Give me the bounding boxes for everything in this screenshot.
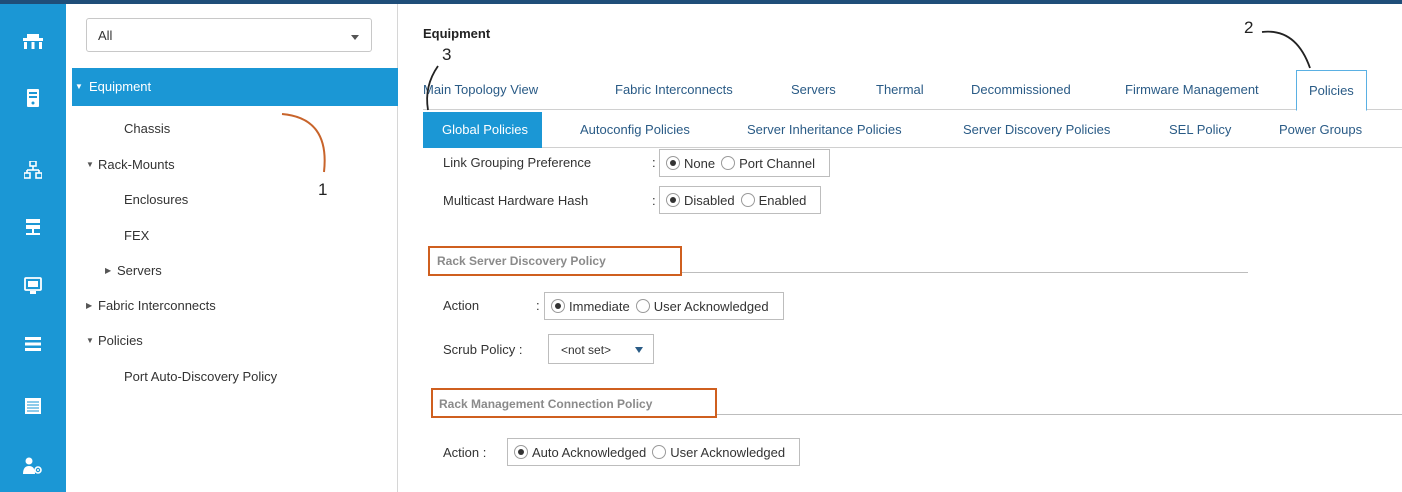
radio-none[interactable]: None: [666, 156, 715, 171]
radio-label: Immediate: [569, 298, 630, 314]
radio-unchecked-icon: [740, 193, 755, 207]
scrub-policy-value: <not set>: [561, 343, 612, 357]
servers-icon[interactable]: [0, 80, 66, 116]
colon: :: [652, 193, 656, 208]
expand-triangle-icon: ▼: [75, 82, 83, 91]
tab-main-topology-view[interactable]: Main Topology View: [423, 82, 538, 97]
nav-filter-value: All: [98, 28, 113, 43]
radio-user-acknowledged[interactable]: User Acknowledged: [652, 445, 785, 460]
radio-label: User Acknowledged: [653, 298, 769, 314]
radio-label: Disabled: [684, 192, 735, 208]
tab-fabric-interconnects[interactable]: Fabric Interconnects: [615, 82, 733, 97]
tab-policies[interactable]: Policies: [1296, 70, 1367, 111]
chevron-down-icon: [351, 35, 359, 40]
colon: :: [536, 298, 540, 313]
radio-port-channel[interactable]: Port Channel: [721, 156, 815, 171]
vm-icon[interactable]: [0, 268, 66, 304]
tree-item-label: Policies: [98, 333, 143, 348]
tab-firmware-management[interactable]: Firmware Management: [1125, 82, 1259, 97]
tab-decommissioned[interactable]: Decommissioned: [971, 82, 1071, 97]
scrub-policy-select[interactable]: <not set>: [548, 334, 654, 364]
radio-label: Port Channel: [739, 155, 815, 171]
radio-label: User Acknowledged: [670, 444, 786, 460]
callout-number-2: 2: [1244, 18, 1254, 37]
radio-checked-icon: [666, 193, 680, 207]
link-grouping-label: Link Grouping Preference: [443, 155, 592, 170]
action-label: Action :: [443, 445, 487, 460]
radio-checked-icon: [514, 445, 528, 459]
section-title-rack-management-connection: Rack Management Connection Policy: [439, 397, 653, 411]
colon: :: [652, 155, 656, 170]
link-grouping-radio-group: None Port Channel: [659, 149, 830, 177]
tree-item-policies[interactable]: ▼ Policies: [86, 333, 143, 348]
nav-filter-select[interactable]: All: [86, 18, 372, 52]
radio-unchecked-icon: [635, 299, 650, 313]
tree-item-equipment[interactable]: ▼ Equipment: [72, 68, 398, 106]
collapse-triangle-icon: ▶: [105, 266, 112, 275]
multicast-hash-label: Multicast Hardware Hash: [443, 193, 589, 208]
main-tab-bar: Main Topology View Fabric Interconnects …: [423, 70, 1402, 111]
rack-mgmt-action-radio-group: Auto Acknowledged User Acknowledged: [507, 438, 801, 466]
tab-servers[interactable]: Servers: [791, 82, 836, 97]
section-title-rack-server-discovery: Rack Server Discovery Policy: [437, 254, 606, 268]
sub-tab-bar: Global Policies Autoconfig Policies Serv…: [423, 112, 1402, 148]
section-divider: [717, 414, 1402, 415]
radio-checked-icon: [666, 156, 680, 170]
radio-unchecked-icon: [652, 445, 667, 459]
storage-icon[interactable]: [0, 326, 66, 362]
equipment-icon[interactable]: [0, 24, 66, 60]
tree-item-label: Equipment: [89, 79, 152, 94]
section-divider: [682, 272, 1248, 273]
icon-rail: [0, 4, 66, 492]
radio-label: None: [684, 155, 716, 171]
rack-discovery-action-radio-group: Immediate User Acknowledged: [544, 292, 784, 320]
radio-label: Enabled: [758, 192, 807, 208]
tree-item-label: Rack-Mounts: [98, 157, 175, 172]
tree-item-label: Fabric Interconnects: [98, 298, 216, 313]
callout-number-1: 1: [318, 180, 328, 199]
tree-item-fabric-interconnects[interactable]: ▶ Fabric Interconnects: [86, 298, 216, 313]
subtab-global-policies[interactable]: Global Policies: [423, 112, 542, 148]
subtab-server-discovery-policies[interactable]: Server Discovery Policies: [963, 122, 1110, 137]
tree-item-fex[interactable]: FEX: [124, 228, 149, 243]
collapse-triangle-icon: ▶: [86, 301, 93, 310]
action-label: Action: [443, 298, 480, 313]
san-icon[interactable]: [0, 210, 66, 246]
expand-triangle-icon: ▼: [86, 336, 94, 345]
lan-icon[interactable]: [0, 152, 66, 188]
tree-item-rack-mounts[interactable]: ▼ Rack-Mounts: [86, 157, 175, 172]
admin-icon[interactable]: [0, 448, 66, 484]
tree-item-chassis[interactable]: Chassis: [124, 121, 170, 136]
radio-label: Auto Acknowledged: [532, 444, 647, 460]
main-content: Equipment Main Topology View Fabric Inte…: [398, 4, 1402, 492]
page-title: Equipment: [423, 26, 491, 41]
multicast-hash-radio-group: Disabled Enabled: [659, 186, 822, 214]
radio-checked-icon: [551, 299, 565, 313]
tree-item-servers[interactable]: ▶ Servers: [105, 263, 162, 278]
radio-immediate[interactable]: Immediate: [551, 299, 630, 314]
chassis-icon[interactable]: [0, 388, 66, 424]
callout-number-3: 3: [442, 45, 452, 64]
radio-user-acknowledged[interactable]: User Acknowledged: [635, 298, 769, 314]
navigation-panel: All ▼ Equipment Chassis ▼ Rack-Mounts Enc…: [66, 4, 398, 492]
subtab-sel-policy[interactable]: SEL Policy: [1169, 122, 1231, 137]
tree-item-label: Servers: [117, 263, 162, 278]
expand-triangle-icon: ▼: [86, 160, 94, 169]
radio-auto-acknowledged[interactable]: Auto Acknowledged: [514, 445, 646, 460]
scrub-policy-label: Scrub Policy :: [443, 342, 523, 357]
chevron-down-icon: [635, 347, 643, 353]
radio-unchecked-icon: [721, 156, 736, 170]
tree-item-port-auto-discovery-policy[interactable]: Port Auto-Discovery Policy: [124, 369, 277, 384]
tree-item-enclosures[interactable]: Enclosures: [124, 192, 188, 207]
radio-enabled[interactable]: Enabled: [740, 192, 807, 208]
radio-disabled[interactable]: Disabled: [666, 193, 735, 208]
subtab-autoconfig-policies[interactable]: Autoconfig Policies: [580, 122, 690, 137]
subtab-power-groups[interactable]: Power Groups: [1279, 122, 1362, 137]
subtab-server-inheritance-policies[interactable]: Server Inheritance Policies: [747, 122, 902, 137]
tab-thermal[interactable]: Thermal: [876, 82, 924, 97]
